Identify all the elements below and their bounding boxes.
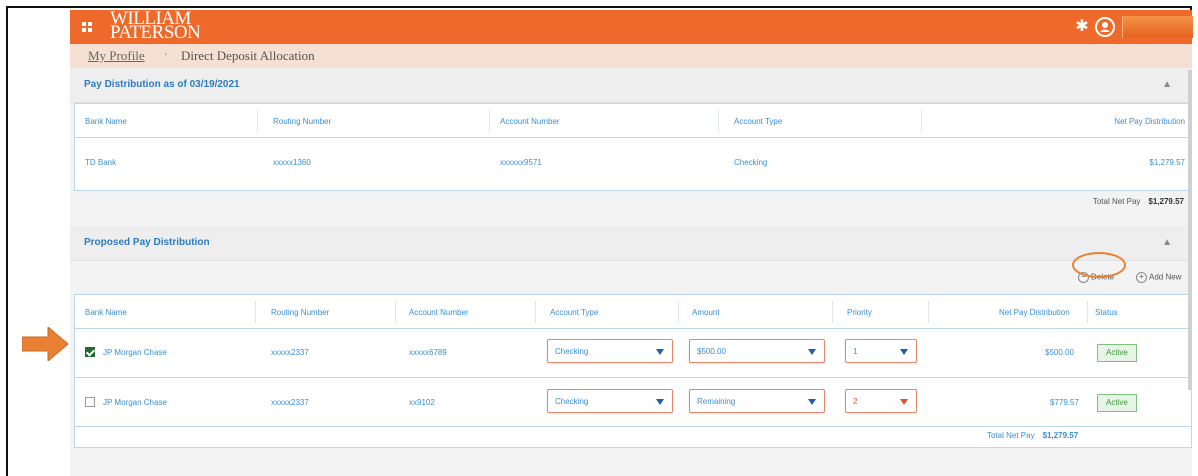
vertical-scrollbar[interactable]	[1188, 70, 1192, 390]
header-account-type: Account Type	[550, 308, 599, 317]
header-net-pay-distribution: Net Pay Distribution	[999, 308, 1070, 317]
row-net-pay: $500.00	[1045, 348, 1074, 357]
table-row: JP Morgan Chase xxxxx2337 xx9102 Checkin…	[75, 378, 1191, 427]
row-bank-name: JP Morgan Chase	[103, 348, 167, 357]
status-badge: Active	[1097, 394, 1137, 412]
main-content: Pay Distribution as of 03/19/2021 ▲ Bank…	[70, 68, 1192, 476]
amount-select[interactable]: $500.00	[689, 339, 825, 363]
row-account-number: xxxxxx9571	[500, 158, 542, 167]
row-account-type: Checking	[734, 158, 768, 167]
priority-value: 2	[853, 397, 858, 406]
proposed-total-label: Total Net Pay	[987, 431, 1035, 440]
proposed-distribution-header[interactable]: Proposed Pay Distribution ▲	[70, 226, 1192, 261]
user-avatar-icon[interactable]	[1094, 16, 1116, 38]
account-type-value: Checking	[555, 397, 589, 406]
amount-select[interactable]: Remaining	[689, 389, 825, 413]
pointer-arrow-annotation	[22, 327, 69, 361]
breadcrumb-separator-icon: •	[164, 50, 168, 61]
header-status: Status	[1095, 308, 1118, 317]
account-type-select[interactable]: Checking	[547, 389, 673, 413]
header-account-number: Account Number	[409, 308, 469, 317]
chevron-down-icon	[900, 349, 908, 355]
current-total-label: Total Net Pay	[1092, 197, 1141, 206]
priority-value: 1	[853, 347, 858, 356]
proposed-total-net-pay: Total Net Pay $1,279.57	[987, 431, 1078, 440]
chevron-down-icon	[808, 399, 816, 405]
priority-select[interactable]: 1	[845, 339, 917, 363]
account-type-value: Checking	[555, 347, 589, 356]
header-bank-name: Bank Name	[85, 308, 127, 317]
current-total-net-pay: Total Net Pay $1,279.57	[1093, 197, 1184, 206]
amount-value: $500.00	[697, 347, 726, 356]
current-total-value: $1,279.57	[1148, 197, 1184, 206]
chevron-down-icon	[656, 399, 664, 405]
table-row: JP Morgan Chase xxxxx2337 xxxxx6789 Chec…	[75, 329, 1191, 378]
row-routing-number: xxxxx2337	[271, 398, 309, 407]
current-table-header: Bank Name Routing Number Account Number …	[75, 104, 1191, 138]
row-select-checkbox[interactable]	[85, 397, 95, 407]
header-account-number: Account Number	[500, 117, 560, 126]
proposed-distribution-title: Proposed Pay Distribution	[84, 237, 210, 248]
delete-highlight-annotation	[1072, 252, 1126, 278]
chevron-down-icon	[900, 399, 908, 405]
table-row: TD Bank xxxxx1360 xxxxxx9571 Checking $1…	[75, 138, 1191, 186]
proposed-distribution-table: Bank Name Routing Number Account Number …	[74, 294, 1192, 448]
account-type-select[interactable]: Checking	[547, 339, 673, 363]
header-amount: Amount	[692, 308, 720, 317]
header-bank-name: Bank Name	[85, 117, 127, 126]
app-window: WILLIAM PATERSON ✱ My Profile • Direct D…	[70, 9, 1193, 476]
row-net-pay: $1,279.57	[1149, 158, 1185, 167]
row-net-pay: $779.57	[1050, 398, 1079, 407]
breadcrumb-my-profile[interactable]: My Profile	[88, 44, 145, 68]
row-account-number: xxxxx6789	[409, 348, 447, 357]
chevron-down-icon	[656, 349, 664, 355]
header-routing-number: Routing Number	[273, 117, 332, 126]
breadcrumb-current: Direct Deposit Allocation	[181, 48, 315, 63]
breadcrumb: My Profile • Direct Deposit Allocation	[70, 44, 1192, 68]
header-routing-number: Routing Number	[271, 308, 330, 317]
row-account-number: xx9102	[409, 398, 435, 407]
add-new-label: Add New	[1149, 272, 1182, 282]
collapse-chevron-up-icon[interactable]: ▲	[1162, 68, 1172, 102]
proposed-total-value: $1,279.57	[1042, 431, 1079, 440]
status-badge: Active	[1097, 344, 1137, 362]
william-paterson-logo[interactable]: WILLIAM PATERSON	[110, 9, 201, 43]
pay-distribution-title: Pay Distribution as of 03/19/2021	[84, 79, 240, 90]
pay-distribution-header[interactable]: Pay Distribution as of 03/19/2021 ▲	[70, 68, 1192, 103]
chevron-down-icon	[808, 349, 816, 355]
logo-line-2: PATERSON	[110, 22, 201, 43]
row-select-checkbox[interactable]	[85, 347, 95, 357]
user-menu-button[interactable]	[1122, 16, 1193, 38]
row-routing-number: xxxxx1360	[273, 158, 311, 167]
current-distribution-table: Bank Name Routing Number Account Number …	[74, 103, 1192, 191]
amount-value: Remaining	[697, 397, 736, 406]
top-bar: WILLIAM PATERSON ✱	[70, 9, 1193, 44]
header-priority: Priority	[847, 308, 872, 317]
priority-select[interactable]: 2	[845, 389, 917, 413]
header-net-pay-distribution: Net Pay Distribution	[1114, 117, 1185, 126]
header-account-type: Account Type	[734, 117, 783, 126]
plus-circle-icon: +	[1136, 272, 1147, 283]
row-routing-number: xxxxx2337	[271, 348, 309, 357]
row-bank-name: TD Bank	[85, 158, 117, 167]
gear-icon[interactable]: ✱	[1073, 18, 1091, 36]
row-bank-name: JP Morgan Chase	[103, 398, 167, 407]
proposed-table-header: Bank Name Routing Number Account Number …	[75, 295, 1191, 329]
collapse-chevron-up-icon[interactable]: ▲	[1162, 226, 1172, 260]
add-new-button[interactable]: + Add New	[1136, 272, 1181, 283]
app-grid-icon[interactable]	[82, 22, 92, 32]
